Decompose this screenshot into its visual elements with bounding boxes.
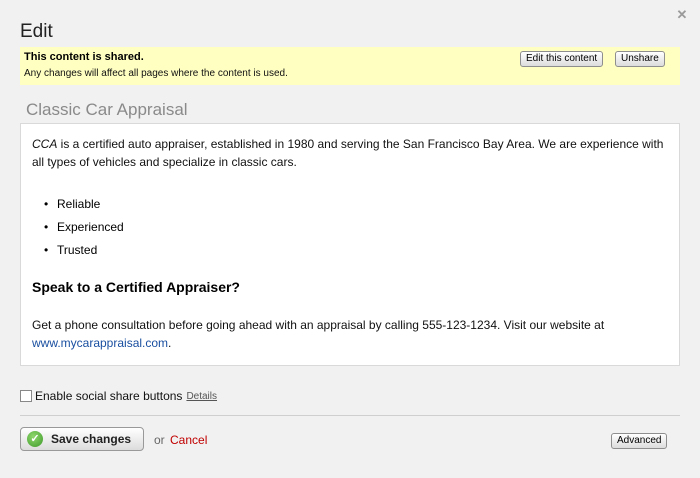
intro-paragraph: CCA is a certified auto appraiser, estab…	[32, 135, 668, 171]
or-label: or	[154, 433, 165, 447]
social-share-row: Enable social share buttons Details	[20, 389, 217, 403]
social-share-label[interactable]: Enable social share buttons	[35, 389, 182, 403]
shared-content-banner: This content is shared. Any changes will…	[20, 47, 680, 85]
dialog-title: Edit	[20, 21, 53, 42]
advanced-button[interactable]: Advanced	[611, 433, 668, 449]
check-icon: ✓	[27, 431, 43, 447]
details-link[interactable]: Details	[186, 391, 217, 402]
shared-banner-title: This content is shared.	[24, 51, 144, 63]
content-preview[interactable]: CCA is a certified auto appraiser, estab…	[20, 123, 680, 366]
edit-this-content-button[interactable]: Edit this content	[520, 51, 604, 67]
cta-text: Get a phone consultation before going ah…	[32, 318, 605, 332]
content-title: Classic Car Appraisal	[26, 100, 188, 119]
shared-banner-subtitle: Any changes will affect all pages where …	[24, 68, 288, 79]
intro-abbreviation: CCA	[32, 137, 58, 151]
close-icon[interactable]: ✕	[675, 8, 689, 22]
social-share-checkbox[interactable]	[20, 390, 32, 402]
divider	[20, 415, 680, 416]
list-item: • Experienced	[44, 220, 124, 234]
list-item: • Trusted	[44, 243, 98, 257]
save-changes-label: Save changes	[51, 432, 132, 446]
section-heading: Speak to a Certified Appraiser?	[32, 279, 240, 295]
cta-paragraph: Get a phone consultation before going ah…	[32, 318, 605, 350]
intro-text: is a certified auto appraiser, establish…	[32, 137, 664, 169]
website-link[interactable]: www.mycarappraisal.com	[32, 336, 168, 350]
list-item: • Reliable	[44, 197, 101, 211]
save-changes-button[interactable]: ✓ Save changes	[20, 427, 144, 451]
feature-list: • Reliable • Experienced • Trusted	[32, 195, 124, 264]
cancel-link[interactable]: Cancel	[170, 433, 207, 447]
unshare-button[interactable]: Unshare	[615, 51, 665, 67]
